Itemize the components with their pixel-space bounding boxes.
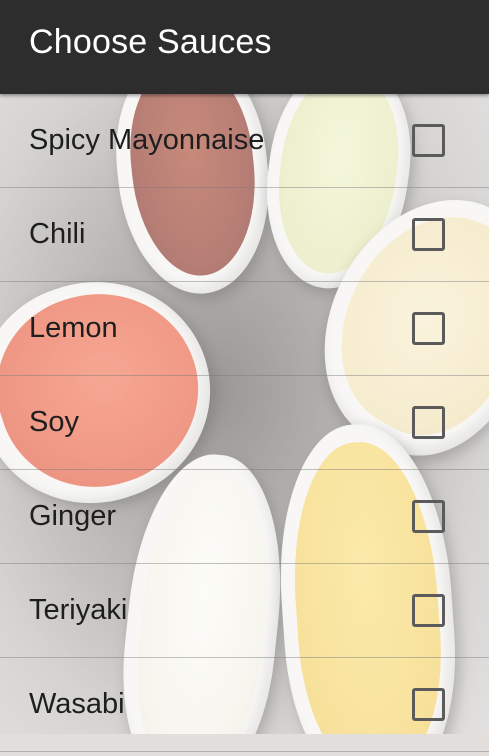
checkbox-chili[interactable] [412,218,445,251]
list-item[interactable]: Spicy Mayonnaise [0,94,489,188]
sauce-label: Ginger [29,500,117,532]
sauce-list: Spicy Mayonnaise Chili Lemon Soy Ginger … [0,94,489,752]
checkbox-teriyaki[interactable] [412,594,445,627]
list-item[interactable]: Soy [0,376,489,470]
list-item[interactable]: Wasabi [0,658,489,752]
list-item[interactable]: Teriyaki [0,564,489,658]
page-title: Choose Sauces [29,23,272,61]
list-item[interactable]: Lemon [0,282,489,376]
sauce-label: Lemon [29,312,118,344]
checkbox-ginger[interactable] [412,500,445,533]
checkbox-spicy-mayonnaise[interactable] [412,124,445,157]
list-item[interactable]: Ginger [0,470,489,564]
checkbox-lemon[interactable] [412,312,445,345]
sauce-label: Teriyaki [29,594,128,626]
sauce-label: Soy [29,406,79,438]
sauce-label: Spicy Mayonnaise [29,124,265,156]
list-item[interactable]: Chili [0,188,489,282]
checkbox-soy[interactable] [412,406,445,439]
sauce-label: Chili [29,218,86,250]
checkbox-wasabi[interactable] [412,688,445,721]
app-bar: Choose Sauces [0,0,489,94]
sauce-label: Wasabi [29,688,125,720]
